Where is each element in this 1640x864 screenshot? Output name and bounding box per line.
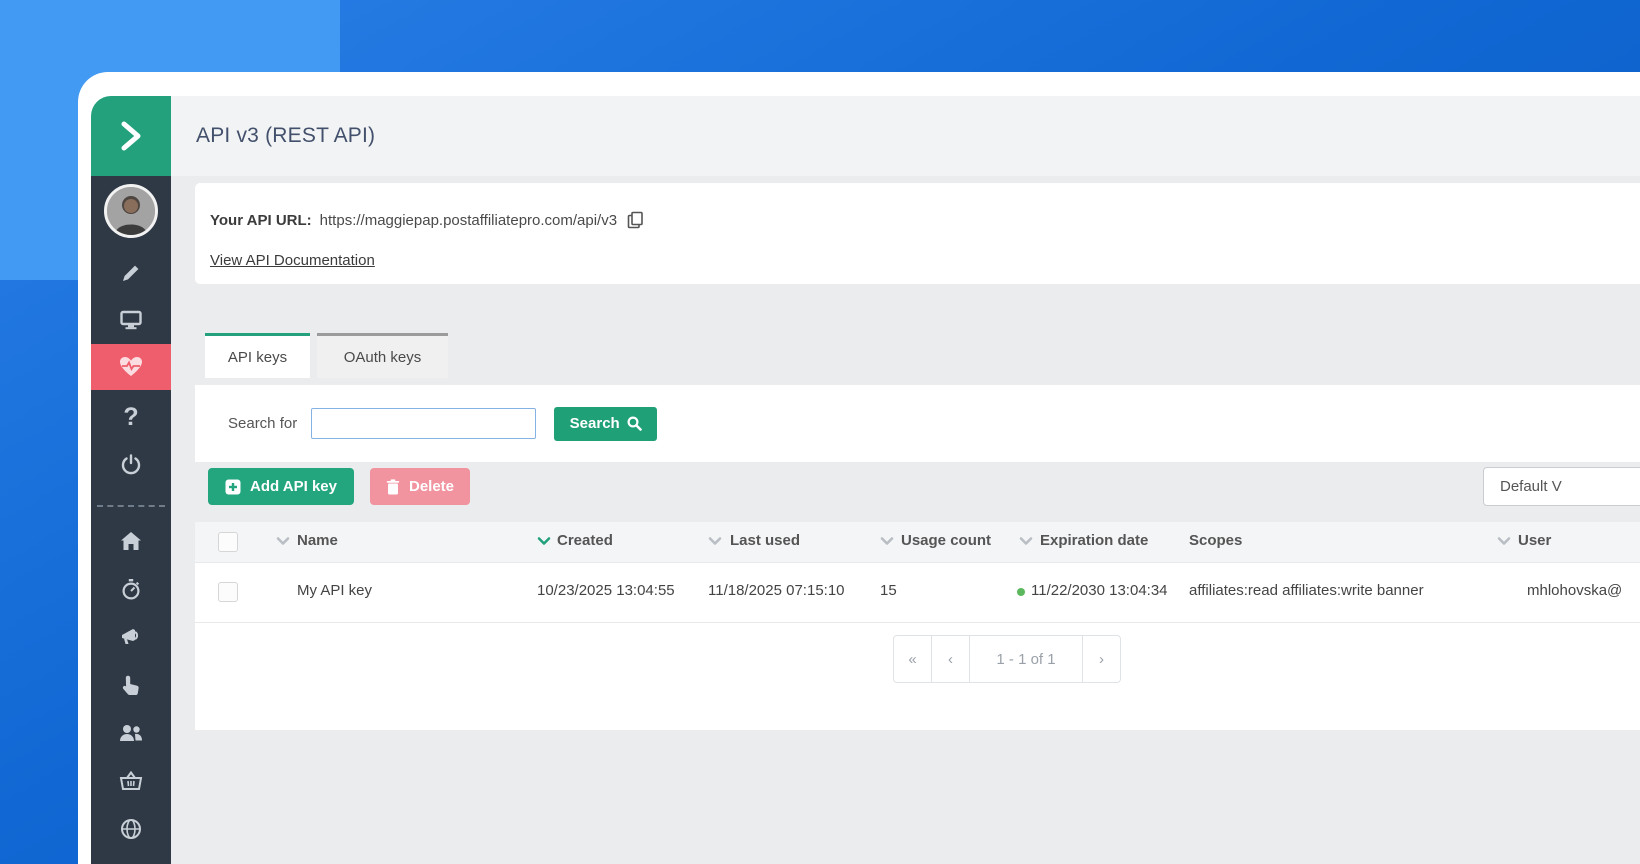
chevron-right-icon [116,118,146,154]
column-header-usage-count[interactable]: Usage count [901,532,991,549]
search-icon [627,416,642,431]
screen: API v3 (REST API) ? Your API URL: https:… [0,0,1640,864]
globe-icon [120,818,142,840]
delete-button[interactable]: Delete [370,468,470,505]
add-api-key-button[interactable]: Add API key [208,468,354,505]
sidebar: ? [91,176,171,864]
tab-oauth-keys[interactable]: OAuth keys [317,333,448,378]
pagination-next-button[interactable]: › [1082,636,1120,682]
sidebar-item-edit[interactable] [91,250,171,296]
hand-pointer-icon [122,674,140,696]
column-header-created[interactable]: Created [557,532,613,549]
sort-chevron-icon[interactable] [708,536,722,546]
expiration-status-dot [1017,588,1025,596]
tab-api-keys[interactable]: API keys [205,333,310,378]
table-row[interactable]: My API key 10/23/2025 13:04:55 11/18/202… [195,563,1640,623]
default-view-label: Default V [1500,478,1562,495]
cell-last-used: 11/18/2025 07:15:10 [708,582,845,599]
search-button-label: Search [569,415,620,432]
select-all-checkbox[interactable] [218,532,238,552]
table-header-row: Name Created Last used Usage count Expir… [195,522,1640,563]
view-api-documentation-link[interactable]: View API Documentation [210,252,375,269]
cell-name: My API key [297,582,373,599]
sidebar-item-promotion[interactable] [91,614,171,660]
search-panel: Search for Search [195,385,1640,462]
users-icon [118,723,144,743]
column-header-user[interactable]: User [1518,532,1551,549]
stopwatch-icon [120,578,142,600]
sort-chevron-icon[interactable] [1019,536,1033,546]
add-api-key-label: Add API key [250,478,337,495]
plus-square-icon [225,479,241,495]
trash-icon [386,478,400,495]
pencil-icon [121,263,141,283]
column-header-expiration-date[interactable]: Expiration date [1040,532,1148,549]
page-header: API v3 (REST API) [171,96,1640,176]
pagination-first-button[interactable]: « [894,636,931,682]
delete-label: Delete [408,478,455,495]
app-window: API v3 (REST API) ? Your API URL: https:… [78,72,1640,864]
user-avatar[interactable] [104,184,158,238]
sidebar-item-affiliates[interactable] [91,710,171,756]
monitor-icon [120,310,142,330]
pagination-prev-button[interactable]: ‹ [931,636,969,682]
copy-icon[interactable] [627,211,644,229]
sidebar-item-desktop[interactable] [91,297,171,343]
api-url-value: https://maggiepap.postaffiliatepro.com/a… [319,211,618,229]
pagination: « ‹ 1 - 1 of 1 › [893,635,1121,683]
cell-user: mhlohovska@ [1527,582,1623,599]
tab-api-keys-label: API keys [227,348,288,366]
api-keys-table: Name Created Last used Usage count Expir… [195,522,1640,730]
sidebar-item-timer[interactable] [91,566,171,612]
sort-chevron-icon[interactable] [1497,536,1511,546]
default-view-button[interactable]: Default V [1483,467,1640,506]
row-checkbox[interactable] [218,582,238,602]
sort-chevron-icon[interactable] [276,536,290,546]
search-input[interactable] [311,408,537,439]
sidebar-item-help[interactable]: ? [91,394,171,440]
heartbeat-icon [119,356,143,378]
tab-oauth-keys-label: OAuth keys [343,348,422,366]
home-icon [120,531,142,551]
sidebar-item-logout[interactable] [91,442,171,488]
sort-chevron-icon[interactable] [880,536,894,546]
sidebar-item-clicks[interactable] [91,662,171,708]
sidebar-expand-button[interactable] [91,96,171,176]
page-title: API v3 (REST API) [196,124,376,147]
pagination-range-label: 1 - 1 of 1 [969,636,1082,682]
sidebar-item-orders[interactable] [91,758,171,804]
sidebar-divider [97,505,165,507]
power-icon [120,454,142,476]
megaphone-icon [119,626,143,648]
basket-icon [119,771,143,791]
cell-expiration-date: 11/22/2030 13:04:34 [1031,582,1168,599]
sort-chevron-icon-active[interactable] [537,536,551,546]
cell-usage-count: 15 [880,582,897,599]
search-button[interactable]: Search [554,406,658,441]
cell-scopes: affiliates:read affiliates:write banner [1189,582,1424,599]
sidebar-item-network[interactable] [91,806,171,852]
api-url-label: Your API URL: [210,211,312,229]
column-header-name[interactable]: Name [297,532,338,549]
column-header-scopes[interactable]: Scopes [1189,532,1242,549]
column-header-last-used[interactable]: Last used [730,532,800,549]
sidebar-item-health-active[interactable] [91,344,171,390]
question-icon: ? [123,402,139,431]
content-area: Your API URL: https://maggiepap.postaffi… [171,176,1640,864]
cell-created: 10/23/2025 13:04:55 [537,582,675,599]
sidebar-item-home[interactable] [91,518,171,564]
search-label: Search for [228,415,298,432]
api-url-card: Your API URL: https://maggiepap.postaffi… [195,183,1640,284]
